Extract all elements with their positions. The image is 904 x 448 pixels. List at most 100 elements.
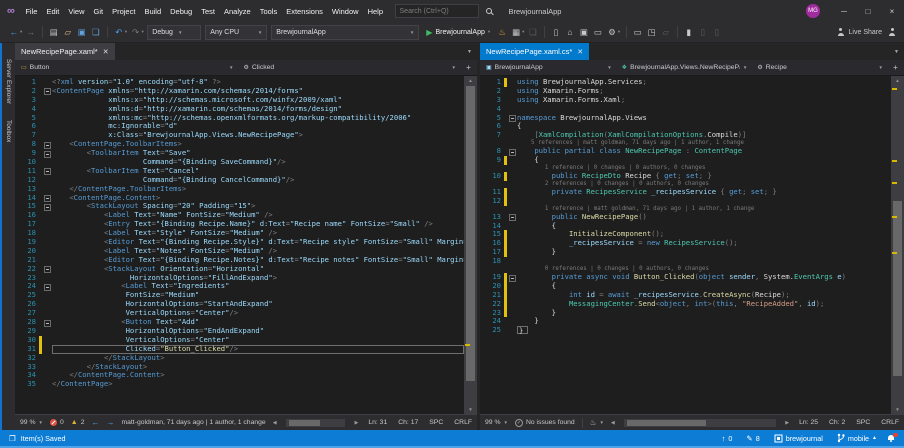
run-button[interactable]: ▶ BrewjournalApp ▾: [426, 28, 490, 37]
close-icon[interactable]: ✕: [103, 48, 109, 56]
error-count[interactable]: 0: [50, 419, 64, 426]
split-window-button[interactable]: +: [889, 63, 902, 72]
close-button[interactable]: ×: [880, 0, 904, 22]
line-number[interactable]: 18: [480, 257, 504, 266]
settings-icon[interactable]: ⚙▾: [605, 27, 622, 38]
open-folder-icon[interactable]: ▱: [61, 27, 75, 38]
scroll-up-icon[interactable]: ▲: [891, 76, 904, 85]
scroll-right-icon[interactable]: ▶: [785, 420, 789, 426]
line-indicator[interactable]: Ln: 31: [368, 419, 387, 426]
code-line[interactable]: 12: [480, 197, 891, 206]
next-change-icon[interactable]: →: [106, 418, 114, 427]
split-window-button[interactable]: +: [462, 63, 475, 72]
left-vertical-scrollbar[interactable]: ▲ ▼: [464, 76, 477, 414]
tab-list-dropdown[interactable]: ▼: [462, 43, 477, 60]
column-indicator[interactable]: Ch: 17: [398, 419, 418, 426]
code-text[interactable]: }: [517, 248, 891, 257]
code-line[interactable]: 9 {: [480, 156, 891, 165]
scrollbar-thumb[interactable]: [466, 86, 475, 381]
deploy-device-icon[interactable]: ▯: [549, 27, 563, 38]
scroll-down-icon[interactable]: ▼: [891, 405, 904, 414]
code-line[interactable]: 23 }: [480, 309, 891, 318]
tool-disabled-icon[interactable]: ▯: [710, 27, 724, 38]
redo-icon[interactable]: ↷▾: [129, 27, 146, 38]
save-icon[interactable]: ▣: [75, 27, 89, 38]
menu-window[interactable]: Window: [327, 0, 363, 22]
left-horizontal-scrollbar[interactable]: [286, 419, 346, 427]
menu-edit[interactable]: Edit: [42, 0, 64, 22]
save-all-icon[interactable]: ❏: [89, 27, 103, 38]
live-share-button[interactable]: Live Share: [837, 28, 882, 36]
code-text[interactable]: }: [517, 326, 891, 335]
code-line[interactable]: 3using Xamarin.Forms.Xaml;: [480, 96, 891, 105]
undo-icon[interactable]: ↶▾: [112, 27, 129, 38]
fold-marker[interactable]: [42, 140, 52, 149]
scroll-left-icon[interactable]: ◀: [273, 420, 277, 426]
code-text[interactable]: }: [517, 317, 891, 326]
scrollbar-thumb[interactable]: [627, 420, 706, 426]
notifications-bell-icon[interactable]: [887, 434, 895, 442]
code-text[interactable]: }: [517, 309, 891, 318]
line-indicator[interactable]: Ln: 25: [799, 419, 818, 426]
extension-disabled-icon[interactable]: ▯: [696, 27, 710, 38]
fold-marker[interactable]: [507, 114, 517, 123]
spaces-indicator[interactable]: SPC: [856, 419, 870, 426]
fold-marker[interactable]: [42, 149, 52, 158]
spaces-indicator[interactable]: SPC: [429, 419, 443, 426]
menu-view[interactable]: View: [64, 0, 89, 22]
configuration-dropdown[interactable]: Debug▼: [147, 25, 201, 40]
line-number[interactable]: 9: [480, 156, 504, 165]
code-text[interactable]: namespace BrewjournalApp.Views: [517, 114, 891, 123]
code-text[interactable]: _recipesService = new RecipesService();: [517, 239, 891, 248]
device-log-icon[interactable]: ▭: [591, 27, 605, 38]
line-number[interactable]: 10: [480, 172, 504, 181]
right-horizontal-scrollbar[interactable]: [624, 419, 776, 427]
tab-list-dropdown[interactable]: ▼: [889, 43, 904, 60]
repository-button[interactable]: brewjournal: [770, 434, 827, 443]
fold-marker[interactable]: [42, 282, 52, 291]
fold-marker[interactable]: [42, 167, 52, 176]
menu-debug[interactable]: Debug: [166, 0, 197, 22]
device-monitor-icon[interactable]: ◳: [645, 27, 659, 38]
copy-disabled-icon[interactable]: ❏: [526, 27, 540, 38]
navigate-back-icon[interactable]: ←▾: [7, 27, 24, 38]
fold-marker[interactable]: [507, 147, 517, 156]
breadcrumb-segment-1[interactable]: ❖BrewjournalApp.Views.NewRecipePage▼: [618, 60, 754, 75]
xaml-previewer-icon[interactable]: ▦▾: [509, 27, 526, 38]
code-text[interactable]: </ContentPage.Content>: [52, 371, 464, 380]
breadcrumb-segment-0[interactable]: ▣BrewjournalApp▼: [482, 60, 618, 75]
code-line[interactable]: 17 }: [480, 248, 891, 257]
menu-help[interactable]: Help: [363, 0, 387, 22]
menu-project[interactable]: Project: [108, 0, 140, 22]
warning-count[interactable]: ▲ 2: [71, 419, 85, 426]
line-number[interactable]: 7: [480, 131, 504, 140]
profiler-disabled-icon[interactable]: ▱: [659, 27, 673, 38]
code-text[interactable]: [517, 257, 891, 266]
code-line[interactable]: 35</ContentPage>: [15, 380, 464, 389]
hot-reload-icon[interactable]: ♨: [495, 27, 509, 38]
breadcrumb-event-dropdown[interactable]: ⚙ Clicked ▼: [240, 60, 463, 75]
scroll-down-icon[interactable]: ▼: [464, 405, 477, 414]
code-text[interactable]: {: [517, 156, 891, 165]
menu-git[interactable]: Git: [89, 0, 108, 22]
fold-marker[interactable]: [507, 213, 517, 222]
tool-window-tab-server-explorer[interactable]: Server Explorer: [5, 59, 12, 104]
git-blame-info[interactable]: matt-goldman, 71 days ago | 1 author, 1 …: [121, 419, 265, 426]
menu-analyze[interactable]: Analyze: [220, 0, 256, 22]
code-line[interactable]: 8 public partial class NewRecipePage : C…: [480, 147, 891, 156]
line-ending-indicator[interactable]: CRLF: [454, 419, 472, 426]
line-number[interactable]: 35: [15, 380, 39, 389]
code-health-indicator[interactable]: ✓ No issues found: [515, 419, 575, 427]
code-text[interactable]: private RecipesService _recipesService {…: [517, 188, 891, 197]
tool-window-tab-toolbox[interactable]: Toolbox: [5, 120, 12, 142]
code-text[interactable]: [517, 197, 891, 206]
line-ending-indicator[interactable]: CRLF: [881, 419, 899, 426]
scroll-right-icon[interactable]: ▶: [354, 420, 358, 426]
right-vertical-scrollbar[interactable]: ▲ ▼: [891, 76, 904, 414]
zoom-level-dropdown[interactable]: 99 % ▼: [485, 419, 508, 426]
scrollbar-thumb[interactable]: [289, 420, 320, 426]
menu-test[interactable]: Test: [197, 0, 220, 22]
menu-file[interactable]: File: [21, 0, 42, 22]
code-text[interactable]: public NewRecipePage(): [517, 213, 891, 222]
fold-marker[interactable]: [42, 202, 52, 211]
